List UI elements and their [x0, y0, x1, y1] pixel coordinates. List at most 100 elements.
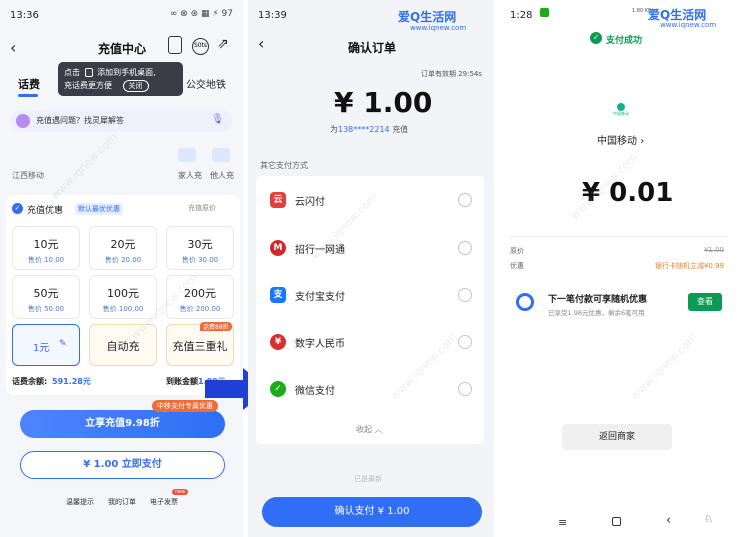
discount-label: 优惠: [510, 262, 524, 270]
merchant-logo-text: 中国移动: [613, 111, 629, 116]
merchant-logo: 中国移动: [607, 103, 635, 116]
list-end-hint: 已是最新: [354, 475, 382, 483]
tab-indicator: [18, 94, 38, 97]
radio-button[interactable]: [458, 382, 472, 396]
tooltip: 点击 添加到手机桌面, 充话费更方便 关闭: [58, 62, 183, 96]
order-expire: 订单有效期 29:54s: [420, 70, 482, 78]
payment-method-ecny[interactable]: ¥ 数字人民币: [260, 319, 482, 365]
pay-now-button[interactable]: ¥ 1.00 立即支付: [20, 451, 225, 479]
back-arrow-icon[interactable]: ‹: [258, 34, 264, 53]
carrier-label: 江西移动: [12, 171, 44, 180]
confirm-pay-button[interactable]: 确认支付 ¥ 1.00: [262, 497, 482, 527]
discount-value: 银行卡随机立减¥0.99: [654, 262, 724, 270]
family-icon[interactable]: [178, 148, 196, 162]
radio-button[interactable]: [458, 193, 472, 207]
wechat-icon: ✓: [270, 381, 286, 397]
collapse-toggle[interactable]: 收起 ︿: [356, 424, 383, 435]
alipay-icon: 支: [270, 287, 286, 303]
original-price-label[interactable]: 充值原价: [188, 203, 216, 213]
assistant-bar[interactable]: 充值遇问题？找灵犀解答 🎙: [10, 110, 232, 132]
custom-amount-input[interactable]: 1元 ✎: [12, 324, 80, 366]
custom-amount-value: 1元: [33, 343, 50, 354]
payment-method-cmb[interactable]: M 招行一网通: [260, 225, 482, 271]
amount-option[interactable]: 30元 售价 30.00: [166, 226, 234, 270]
promo-title: 充值优惠: [27, 206, 64, 216]
status-time: 1:28: [510, 10, 533, 21]
microphone-icon[interactable]: 🎙: [211, 114, 224, 125]
page-title: 确认订单: [348, 41, 397, 55]
nav-bar: ≡ ‹ ♘: [500, 506, 740, 537]
radio-button[interactable]: [458, 241, 472, 255]
add-to-desktop-icon[interactable]: [168, 36, 182, 54]
amount-option[interactable]: 20元 售价 20.00: [89, 226, 157, 270]
status-icons: ∞ ⊗ ⊛ ▦ ⚡ 97: [169, 9, 233, 19]
amount-option[interactable]: 200元 售价 200.00: [166, 275, 234, 319]
phone-prefix: 为: [330, 125, 338, 134]
other-methods-label: 其它支付方式: [260, 161, 308, 170]
footer-invoice-link[interactable]: 电子发票: [150, 497, 178, 507]
status-bar: 13:36 ∞ ⊗ ⊛ ▦ ⚡ 97: [0, 0, 243, 22]
confirm-order-screen: 13:39 爱Q生活网 www.iqnew.com ‹ 确认订单 订单有效期 2…: [248, 0, 494, 537]
recharge-center-screen: 13:36 ∞ ⊗ ⊛ ▦ ⚡ 97 ‹ 充值中心 S0ts ⇗ 点击 添加到手…: [0, 0, 243, 537]
chevron-right-icon: ›: [640, 136, 645, 147]
amount-option[interactable]: 10元 售价 10.00: [12, 226, 80, 270]
payment-method-label: 支付宝支付: [295, 292, 345, 303]
tooltip-text-2: 充话费更方便: [64, 81, 112, 90]
auto-recharge-label: 自动充: [106, 340, 140, 353]
radio-button[interactable]: [458, 288, 472, 302]
footer-orders-link[interactable]: 我的订单: [108, 497, 136, 507]
accessibility-icon[interactable]: ♘: [704, 514, 713, 525]
merchant-name[interactable]: 中国移动 ›: [597, 132, 644, 147]
triple-gift-label: 充值三重礼: [172, 340, 228, 353]
triple-gift-badge: 话费88折: [200, 322, 232, 331]
paid-amount: ¥ 0.01: [582, 178, 674, 208]
merchant-name-text: 中国移动: [597, 136, 637, 147]
edit-icon: ✎: [59, 339, 67, 349]
check-icon: ✓: [12, 203, 23, 214]
back-arrow-icon[interactable]: ‹: [10, 38, 16, 57]
tooltip-close-button[interactable]: 关闭: [122, 80, 149, 92]
radio-button[interactable]: [458, 335, 472, 349]
offer-icon: [516, 293, 534, 311]
status-time: 13:39: [258, 10, 287, 21]
payment-method-wechat[interactable]: ✓ 微信支付: [260, 366, 482, 412]
recharge-discount-button[interactable]: 立享充值9.98折: [20, 410, 225, 438]
status-bar: 13:39: [248, 0, 494, 22]
amount-option[interactable]: 50元 售价 50.00: [12, 275, 80, 319]
phone-icon: [84, 68, 93, 77]
payment-method-unionpay[interactable]: 云 云闪付: [260, 177, 482, 223]
back-icon[interactable]: ‹: [666, 513, 671, 528]
page-title: 充值中心: [98, 42, 147, 56]
next-offer-title: 下一笔付款可享随机优惠: [548, 295, 648, 305]
payment-method-label: 云闪付: [295, 197, 325, 208]
view-offer-button[interactable]: 查看: [688, 293, 722, 311]
cmb-icon: M: [270, 240, 286, 256]
back-to-merchant-button[interactable]: 返回商家: [562, 424, 672, 450]
payment-method-alipay[interactable]: 支 支付宝支付: [260, 272, 482, 318]
tooltip-text-1: 点击: [64, 68, 80, 77]
tab-phone-bill[interactable]: 话费: [18, 76, 40, 92]
phone-suffix: 充值: [392, 125, 409, 134]
payment-method-label: 招行一网通: [295, 245, 345, 256]
others-icon[interactable]: [212, 148, 230, 162]
home-icon[interactable]: [612, 517, 621, 526]
others-recharge-label[interactable]: 他人充: [210, 170, 234, 181]
arrival-label: 到账金额: [166, 377, 198, 386]
chevron-up-icon: ︿: [374, 425, 383, 434]
share-icon[interactable]: ⇗: [217, 36, 229, 52]
menu-icon[interactable]: ≡: [558, 516, 567, 529]
promo-badge: 默认最优优惠: [75, 203, 123, 215]
assistant-avatar-icon: [16, 114, 30, 128]
service-icon[interactable]: S0ts: [192, 38, 209, 55]
tab-bus-metro[interactable]: 公交地铁: [186, 76, 226, 91]
auto-recharge-button[interactable]: 自动充: [89, 324, 157, 366]
footer-tip-link[interactable]: 温馨提示: [66, 497, 94, 507]
watermark-url: www.iqnew.com: [410, 24, 467, 32]
watermark-url: www.iqnew.com: [660, 21, 717, 29]
balance-value: 591.28元: [52, 377, 91, 386]
next-offer-desc: 已享受1.98元优惠，剩余6笔可用: [548, 309, 645, 317]
status-time: 13:36: [10, 10, 39, 21]
amount-option[interactable]: 100元 售价 100.00: [89, 275, 157, 319]
recharge-target: 为138****2214 充值: [330, 124, 408, 135]
family-recharge-label[interactable]: 家人充: [178, 170, 202, 181]
